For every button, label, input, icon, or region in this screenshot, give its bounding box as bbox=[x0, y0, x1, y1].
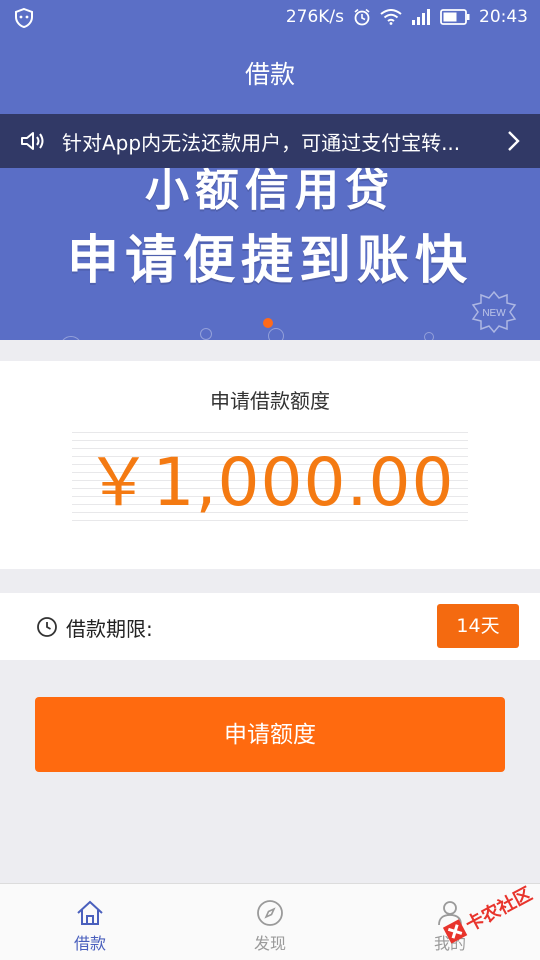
community-watermark-logo: 卡农社区 bbox=[442, 884, 536, 944]
tab-label: 发现 bbox=[253, 934, 286, 953]
tab-label: 借款 bbox=[73, 934, 106, 953]
battery-icon bbox=[440, 9, 470, 25]
status-bar: 276K/s 20:43 bbox=[0, 0, 540, 36]
network-speed: 276K/s bbox=[285, 7, 344, 27]
banner-decoration bbox=[200, 328, 212, 340]
amount-value: ￥1,000.00 bbox=[85, 444, 455, 521]
term-value-button[interactable]: 14天 bbox=[437, 604, 519, 648]
tab-borrow[interactable]: 借款 bbox=[0, 884, 180, 960]
signal-icon bbox=[411, 9, 431, 25]
clock-time: 20:43 bbox=[479, 7, 528, 27]
compass-icon bbox=[257, 900, 283, 926]
banner-decoration bbox=[60, 336, 82, 340]
banner-decoration bbox=[424, 332, 434, 340]
carousel-indicator[interactable] bbox=[263, 318, 273, 328]
notice-text: 针对App内无法还款用户，可通过支付宝转... bbox=[62, 130, 461, 155]
apply-credit-button[interactable]: 申请额度 bbox=[35, 697, 505, 772]
shield-icon bbox=[14, 8, 34, 28]
nav-bar: 借款 bbox=[0, 36, 540, 114]
banner-subheadline: 申请便捷到账快 bbox=[66, 231, 473, 291]
page-title: 借款 bbox=[244, 60, 295, 89]
term-label: 借款期限: bbox=[66, 617, 153, 641]
banner-decoration bbox=[268, 328, 284, 340]
watermark-text: 卡农社区 bbox=[462, 884, 536, 936]
notice-bar[interactable]: 针对App内无法还款用户，可通过支付宝转... bbox=[0, 114, 540, 168]
amount-label: 申请借款额度 bbox=[210, 389, 330, 413]
wifi-icon bbox=[380, 9, 402, 25]
new-badge-text: NEW bbox=[482, 308, 506, 319]
home-icon bbox=[77, 900, 103, 925]
alarm-icon bbox=[353, 8, 371, 26]
tab-discover[interactable]: 发现 bbox=[180, 884, 360, 960]
clock-icon bbox=[36, 616, 58, 638]
new-badge-icon: NEW bbox=[471, 290, 517, 334]
chevron-right-icon[interactable] bbox=[506, 130, 526, 152]
speaker-icon bbox=[20, 130, 46, 152]
